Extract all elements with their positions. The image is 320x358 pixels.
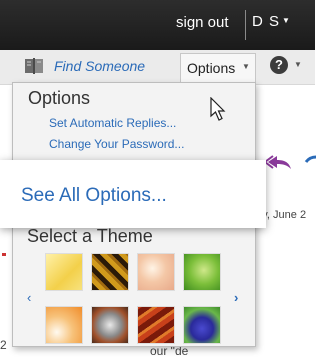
see-all-options-link[interactable]: See All Options... xyxy=(21,185,167,207)
book-icon xyxy=(25,58,43,74)
divider xyxy=(245,10,246,40)
theme-thumbnail[interactable] xyxy=(183,253,221,291)
theme-thumbnail[interactable] xyxy=(91,253,129,291)
user-initials: D S xyxy=(252,13,281,30)
theme-section-title: Select a Theme xyxy=(27,226,153,246)
options-label: Options xyxy=(187,60,236,76)
theme-thumbnail[interactable] xyxy=(183,306,221,344)
forward-icon[interactable] xyxy=(304,153,318,171)
chevron-down-icon: ▼ xyxy=(282,16,291,25)
theme-thumbnail[interactable] xyxy=(91,306,129,344)
theme-thumbnail[interactable] xyxy=(137,253,175,291)
unread-marker xyxy=(2,253,6,256)
reply-all-icon[interactable] xyxy=(265,153,295,171)
sign-out-link[interactable]: sign out xyxy=(176,14,229,31)
help-icon[interactable]: ? xyxy=(270,56,288,74)
find-someone-link[interactable]: Find Someone xyxy=(54,58,145,74)
dropdown-title: Options xyxy=(28,88,91,108)
change-password-link[interactable]: Change Your Password... xyxy=(49,137,184,151)
user-menu[interactable]: D S ▼ xyxy=(252,13,291,30)
mouse-cursor-icon xyxy=(210,97,226,121)
theme-next-button[interactable]: › xyxy=(234,290,238,305)
folder-count: 2 xyxy=(0,338,7,352)
theme-thumbnail[interactable] xyxy=(45,306,83,344)
theme-thumbnail[interactable] xyxy=(137,306,175,344)
theme-thumbnail[interactable] xyxy=(45,253,83,291)
chevron-down-icon: ▼ xyxy=(242,62,250,71)
theme-prev-button[interactable]: ‹ xyxy=(27,290,31,305)
toolbar xyxy=(0,50,315,85)
folder-pane xyxy=(0,120,12,357)
set-automatic-replies-link[interactable]: Set Automatic Replies... xyxy=(49,116,176,130)
see-all-options-highlight[interactable]: See All Options... xyxy=(0,160,266,228)
chevron-down-icon[interactable]: ▼ xyxy=(294,60,302,69)
options-menu-button[interactable]: Options ▼ xyxy=(180,53,256,82)
